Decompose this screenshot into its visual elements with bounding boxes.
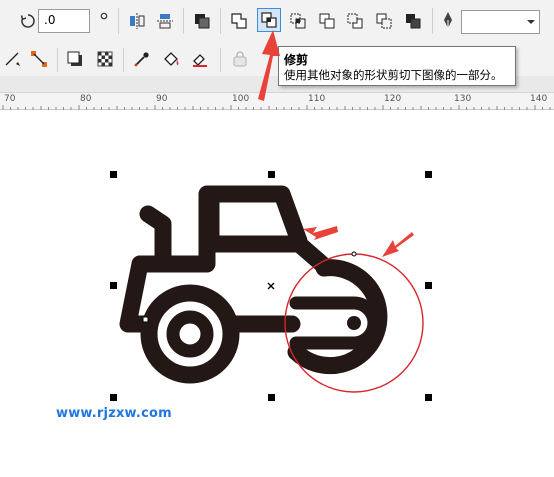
trim-tooltip: 修剪 使用其他对象的形状剪切下图像的一部分。 (278, 46, 516, 86)
body-front (119, 255, 155, 333)
tooltip-description: 使用其他对象的形状剪切下图像的一部分。 (284, 68, 503, 82)
node-marker[interactable] (351, 251, 357, 257)
tooltip-title: 修剪 (284, 53, 309, 67)
rear-wheel (140, 284, 240, 384)
roller-hub (347, 316, 361, 330)
center-marker (267, 282, 275, 290)
node-marker[interactable] (142, 316, 149, 323)
rear-wheel-hub (166, 310, 214, 358)
exhaust-pipe (139, 205, 172, 271)
roller-arm (289, 296, 381, 350)
